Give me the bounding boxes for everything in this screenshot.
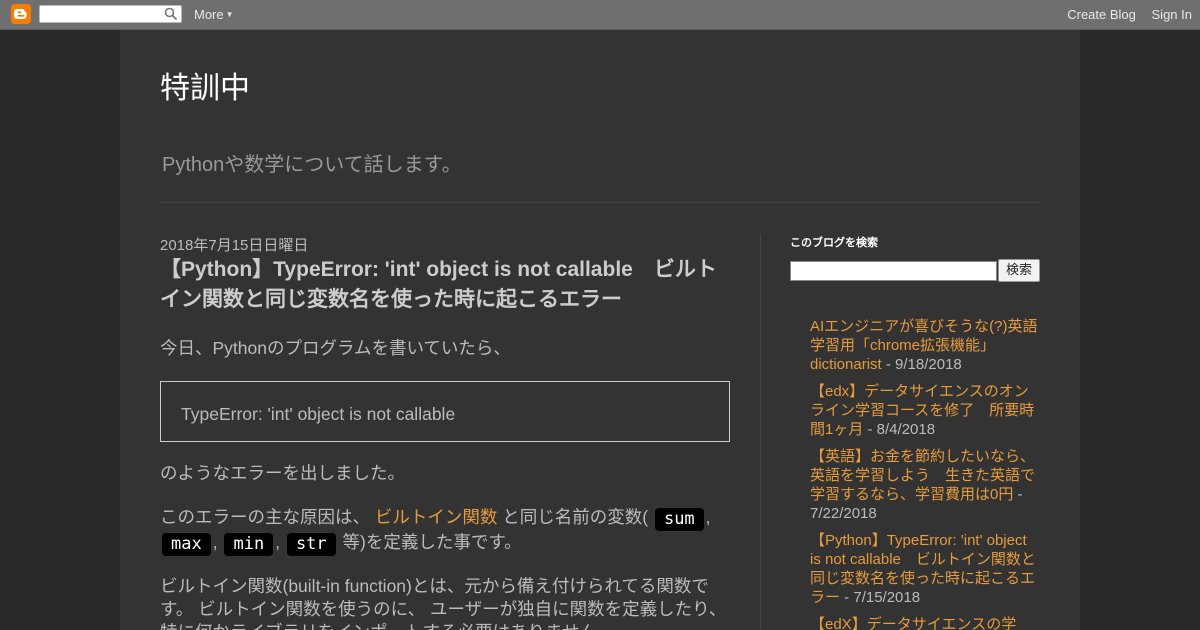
- sidebar-search-button[interactable]: 検索: [998, 259, 1040, 282]
- paragraph-text: このエラーの主な原因は、: [160, 507, 370, 527]
- list-item: 【edX】データサイエンスの学: [810, 615, 1040, 630]
- blog-content: 特訓中 Pythonや数学について話します。 2018年7月15日日曜日 【Py…: [120, 30, 1080, 630]
- create-blog-link[interactable]: Create Blog: [1067, 7, 1136, 22]
- blogger-logo-icon[interactable]: [11, 4, 31, 24]
- list-item: 【edx】データサイエンスのオンライン学習コースを修了 所要時間1ヶ月 - 8/…: [810, 382, 1040, 439]
- navbar-search-input[interactable]: [39, 5, 182, 23]
- popular-posts-list: AIエンジニアが喜びそうな(?)英語学習用「chrome拡張機能」diction…: [810, 317, 1040, 630]
- paragraph-text: 等)を定義した事です。: [342, 532, 522, 552]
- blogger-navbar: More ▼ Create Blog Sign In: [0, 0, 1200, 30]
- list-item: 【英語】お金を節約したいなら、英語を学習しよう 生きた英語で学習するなら、学習費…: [810, 447, 1040, 523]
- popular-post-date: - 7/15/2018: [840, 589, 921, 606]
- post-paragraph: のようなエラーを出しました。: [160, 463, 405, 483]
- sign-in-link[interactable]: Sign In: [1152, 7, 1192, 22]
- post-paragraph: 今日、Pythonのプログラムを書いていたら、: [160, 338, 511, 358]
- popular-post-link[interactable]: 【edX】データサイエンスの学: [810, 616, 1016, 630]
- paragraph-text: と同じ名前の変数(: [502, 507, 649, 527]
- popular-post-link[interactable]: 【英語】お金を節約したいなら、英語を学習しよう 生きた英語で学習するなら、学習費…: [810, 448, 1035, 503]
- inline-code: str: [286, 533, 336, 556]
- builtin-function-link[interactable]: ビルトイン関数: [375, 507, 498, 527]
- separator: ,: [212, 532, 218, 552]
- list-item: 【Python】TypeError: 'int' object is not c…: [810, 531, 1040, 607]
- inline-code: max: [162, 533, 211, 556]
- post-paragraph: このエラーの主な原因は、 ビルトイン関数 と同じ名前の変数( sum, max,…: [160, 506, 735, 556]
- post-date: 2018年7月15日日曜日: [160, 237, 309, 254]
- blog-description: Pythonや数学について話します。: [162, 154, 462, 176]
- inline-code: sum: [654, 508, 704, 531]
- column-divider: [760, 234, 761, 630]
- blog-title[interactable]: 特訓中: [160, 63, 250, 107]
- separator: ,: [705, 507, 711, 527]
- popular-post-date: - 9/18/2018: [881, 356, 962, 373]
- post-title[interactable]: 【Python】TypeError: 'int' object is not c…: [160, 255, 735, 315]
- separator: ,: [275, 532, 281, 552]
- sidebar-search-heading: このブログを検索: [790, 237, 878, 249]
- error-code-block: TypeError: 'int' object is not callable: [160, 381, 730, 442]
- navbar-more-menu[interactable]: More ▼: [194, 7, 234, 22]
- sidebar-search-input[interactable]: [790, 261, 997, 281]
- header-divider: [160, 202, 1040, 203]
- navbar-more-label: More: [194, 7, 224, 22]
- error-code-text: TypeError: 'int' object is not callable: [181, 404, 456, 424]
- search-icon[interactable]: [164, 7, 178, 21]
- post-paragraph: ビルトイン関数(built-in function)とは、元から備え付けられてる…: [160, 576, 727, 630]
- caret-down-icon: ▼: [225, 10, 234, 19]
- navbar-right-links: Create Blog Sign In: [1055, 7, 1192, 22]
- popular-post-date: - 8/4/2018: [863, 421, 936, 438]
- list-item: AIエンジニアが喜びそうな(?)英語学習用「chrome拡張機能」diction…: [810, 317, 1040, 374]
- inline-code: min: [224, 533, 274, 556]
